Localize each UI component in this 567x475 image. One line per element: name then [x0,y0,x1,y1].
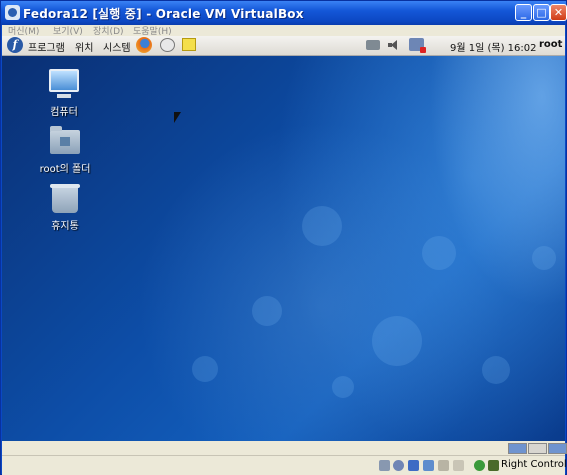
wallpaper-bokeh [482,356,510,384]
panel-menu-applications[interactable]: 프로그램 [28,39,65,54]
gnome-top-panel: f 프로그램 위치 시스템 9월 1일 (목) 16:02 root [2,36,565,56]
mail-icon[interactable] [160,38,175,52]
workspace-3[interactable] [548,443,567,454]
wallpaper-bokeh [192,356,218,382]
wallpaper-bokeh [422,236,456,270]
wallpaper-bokeh [372,316,422,366]
network-adapter-icon[interactable] [423,460,434,471]
panel-menu-system[interactable]: 시스템 [103,39,131,54]
virtualbox-app-icon [5,5,20,20]
gnome-bottom-panel [2,441,567,455]
desktop-icon-label: 휴지통 [51,221,79,232]
trash-icon [50,184,80,213]
shared-folder-icon[interactable] [438,460,449,471]
close-button[interactable]: ✕ [550,4,567,21]
panel-user[interactable]: root [539,39,562,50]
panel-menu-places[interactable]: 위치 [75,39,93,54]
hard-disk-icon[interactable] [379,460,390,471]
vm-menubar: 머신(M) 보기(V) 장치(D) 도움말(H) [2,25,565,37]
desktop-icon-label: 컴퓨터 [50,107,78,118]
update-icon[interactable] [409,38,426,53]
desktop-icon-home-folder[interactable]: root의 폴더 [30,126,100,175]
network-icon[interactable] [366,40,380,50]
fedora-logo-icon[interactable]: f [7,37,23,53]
workspace-2[interactable] [528,443,547,454]
wallpaper-bokeh [302,206,342,246]
desktop-background[interactable]: 컴퓨터 root의 폴더 휴지통 [2,56,565,441]
maximize-button[interactable]: □ [533,4,550,21]
desktop-icon-trash[interactable]: 휴지통 [30,184,100,232]
wallpaper-bokeh [252,296,282,326]
optical-drive-icon[interactable] [393,460,404,471]
host-key-label: Right Control [501,459,567,470]
wallpaper-bokeh [332,376,354,398]
usb-icon[interactable] [408,460,419,471]
desktop-icon-label: root의 폴더 [39,164,91,175]
computer-icon [49,69,79,98]
vm-statusbar: Right Control [2,455,567,475]
minimize-button[interactable]: _ [515,4,532,21]
wallpaper-bokeh [532,246,556,270]
panel-clock[interactable]: 9월 1일 (목) 16:02 [450,39,536,54]
note-icon[interactable] [182,38,196,51]
volume-icon[interactable] [388,40,398,50]
host-key-icon[interactable] [488,460,499,471]
mouse-integration-icon[interactable] [474,460,485,471]
virtualbox-window: Fedora12 [실행 중] - Oracle VM VirtualBox _… [0,0,567,475]
window-title: Fedora12 [실행 중] - Oracle VM VirtualBox [23,7,304,21]
desktop-icon-computer[interactable]: 컴퓨터 [29,69,99,118]
home-folder-icon [50,126,80,154]
workspace-1[interactable] [508,443,527,454]
firefox-icon[interactable] [136,37,152,53]
title-bar[interactable]: Fedora12 [실행 중] - Oracle VM VirtualBox _… [1,1,567,25]
display-icon[interactable] [453,460,464,471]
mouse-pointer-icon [174,112,181,123]
guest-screen[interactable]: f 프로그램 위치 시스템 9월 1일 (목) 16:02 root 컴퓨터 r… [2,36,565,441]
